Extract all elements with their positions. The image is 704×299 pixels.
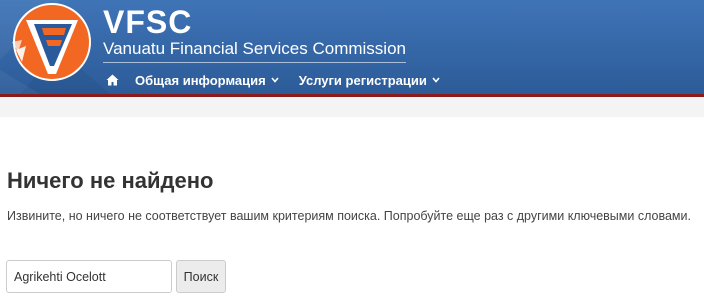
nav-item-label: Услуги регистрации: [298, 72, 427, 88]
header-shadow-band: [0, 97, 704, 117]
main-nav: Общая информация Услуги регистрации: [103, 70, 460, 90]
nav-item-label: Общая информация: [135, 72, 266, 88]
chevron-down-icon: [271, 77, 279, 83]
search-button[interactable]: Поиск: [176, 260, 226, 293]
nav-item-general-info[interactable]: Общая информация: [135, 73, 279, 88]
chevron-down-icon: [432, 77, 440, 83]
page-title: Ничего не найдено: [7, 168, 214, 193]
no-results-message: Извините, но ничего не соответствует ваш…: [7, 209, 691, 223]
search-input[interactable]: [6, 260, 172, 293]
site-brand-name[interactable]: Vanuatu Financial Services Commission: [103, 39, 406, 59]
home-icon[interactable]: [103, 71, 121, 89]
nav-item-registration-services[interactable]: Услуги регистрации: [299, 73, 440, 88]
brand-divider: [103, 62, 406, 63]
site-brand-abbr[interactable]: VFSC: [103, 5, 192, 39]
vfsc-logo-icon[interactable]: [12, 2, 92, 82]
